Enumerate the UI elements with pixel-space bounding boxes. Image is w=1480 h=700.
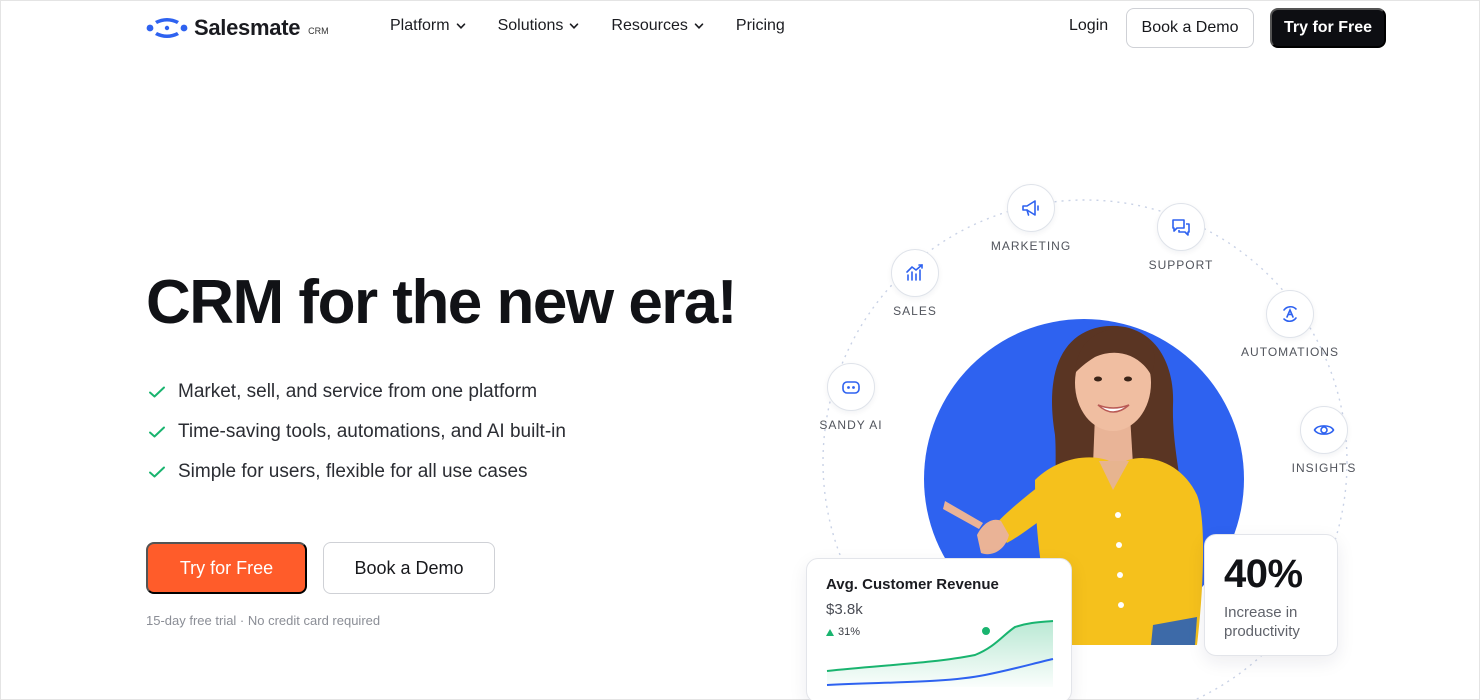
chevron-down-icon bbox=[456, 23, 465, 29]
top-navigation: Salesmate CRM Platform Solutions Resourc… bbox=[0, 0, 1480, 56]
menu-item-label: Solutions bbox=[497, 17, 564, 34]
feature-icon-wrap bbox=[827, 363, 875, 411]
feature-automations[interactable]: AUTOMATIONS bbox=[1235, 290, 1345, 359]
automation-icon bbox=[1283, 305, 1297, 323]
feature-icon-wrap bbox=[891, 249, 939, 297]
salesmate-logo-icon bbox=[146, 18, 188, 38]
menu-item-label: Pricing bbox=[735, 17, 785, 34]
megaphone-icon bbox=[1022, 200, 1039, 216]
check-icon bbox=[149, 386, 165, 398]
menu-item-resources[interactable]: Resources bbox=[611, 17, 704, 35]
nav-book-demo-button[interactable]: Book a Demo bbox=[1126, 8, 1254, 48]
productivity-card: 40% Increase in productivity bbox=[1204, 534, 1338, 656]
feature-support[interactable]: SUPPORT bbox=[1126, 203, 1236, 272]
hero-book-demo-button[interactable]: Book a Demo bbox=[323, 542, 495, 594]
menu-item-label: Platform bbox=[390, 17, 450, 34]
feature-label: MARKETING bbox=[990, 239, 1072, 253]
feature-label: AUTOMATIONS bbox=[1241, 345, 1339, 359]
hero-bullet: Market, sell, and service from one platf… bbox=[148, 372, 566, 412]
feature-sandy-ai[interactable]: SANDY AI bbox=[796, 363, 906, 432]
chat-bubbles-icon bbox=[1172, 219, 1190, 236]
menu-item-label: Resources bbox=[611, 17, 688, 34]
feature-label: SALES bbox=[893, 304, 937, 318]
hero-bullet-list: Market, sell, and service from one platf… bbox=[148, 372, 566, 492]
feature-icon-wrap bbox=[1157, 203, 1205, 251]
feature-label: INSIGHTS bbox=[1291, 461, 1357, 475]
feature-label: SUPPORT bbox=[1148, 258, 1214, 272]
menu-item-pricing[interactable]: Pricing bbox=[736, 17, 785, 35]
feature-icon-wrap bbox=[1300, 406, 1348, 454]
hero-bullet-text: Market, sell, and service from one platf… bbox=[178, 381, 538, 402]
eye-icon bbox=[1313, 425, 1335, 435]
chart-up-icon bbox=[906, 264, 923, 281]
login-link[interactable]: Login bbox=[1069, 17, 1108, 35]
feature-icon-wrap bbox=[1007, 184, 1055, 232]
hero-bullet-text: Simple for users, flexible for all use c… bbox=[178, 461, 528, 482]
productivity-value: 40% bbox=[1224, 552, 1303, 596]
main-menu: Platform Solutions Resources Pricing bbox=[390, 17, 785, 35]
check-icon bbox=[149, 426, 165, 438]
robot-icon bbox=[842, 381, 860, 394]
trial-note: 15-day free trial · No credit card requi… bbox=[146, 613, 381, 628]
check-icon bbox=[149, 466, 165, 478]
brand-suffix: CRM bbox=[308, 26, 329, 36]
brand-name: Salesmate bbox=[194, 15, 301, 40]
brand-logo[interactable]: Salesmate CRM bbox=[146, 15, 329, 41]
hero-bullet: Simple for users, flexible for all use c… bbox=[148, 452, 566, 492]
hero-try-free-button[interactable]: Try for Free bbox=[146, 542, 307, 594]
feature-label: SANDY AI bbox=[819, 418, 883, 432]
feature-insights[interactable]: INSIGHTS bbox=[1269, 406, 1379, 475]
hero-visual: SANDY AI SALES MARKETING SUPPORT AUTOMAT… bbox=[800, 170, 1380, 700]
revenue-card-title: Avg. Customer Revenue bbox=[826, 576, 999, 593]
feature-marketing[interactable]: MARKETING bbox=[976, 184, 1086, 253]
menu-item-solutions[interactable]: Solutions bbox=[498, 17, 580, 35]
hero-title: CRM for the new era! bbox=[146, 268, 738, 337]
feature-sales[interactable]: SALES bbox=[860, 249, 970, 318]
revenue-sparkline bbox=[826, 620, 1054, 687]
menu-item-platform[interactable]: Platform bbox=[390, 17, 466, 35]
revenue-card: Avg. Customer Revenue $3.8k 31% bbox=[806, 558, 1072, 700]
feature-icon-wrap bbox=[1266, 290, 1314, 338]
productivity-label: Increase in productivity bbox=[1224, 604, 1300, 640]
hero-bullet: Time-saving tools, automations, and AI b… bbox=[148, 412, 566, 452]
chevron-down-icon bbox=[694, 23, 704, 29]
nav-try-free-button[interactable]: Try for Free bbox=[1270, 8, 1386, 48]
chevron-down-icon bbox=[570, 23, 579, 29]
hero-bullet-text: Time-saving tools, automations, and AI b… bbox=[178, 421, 566, 442]
